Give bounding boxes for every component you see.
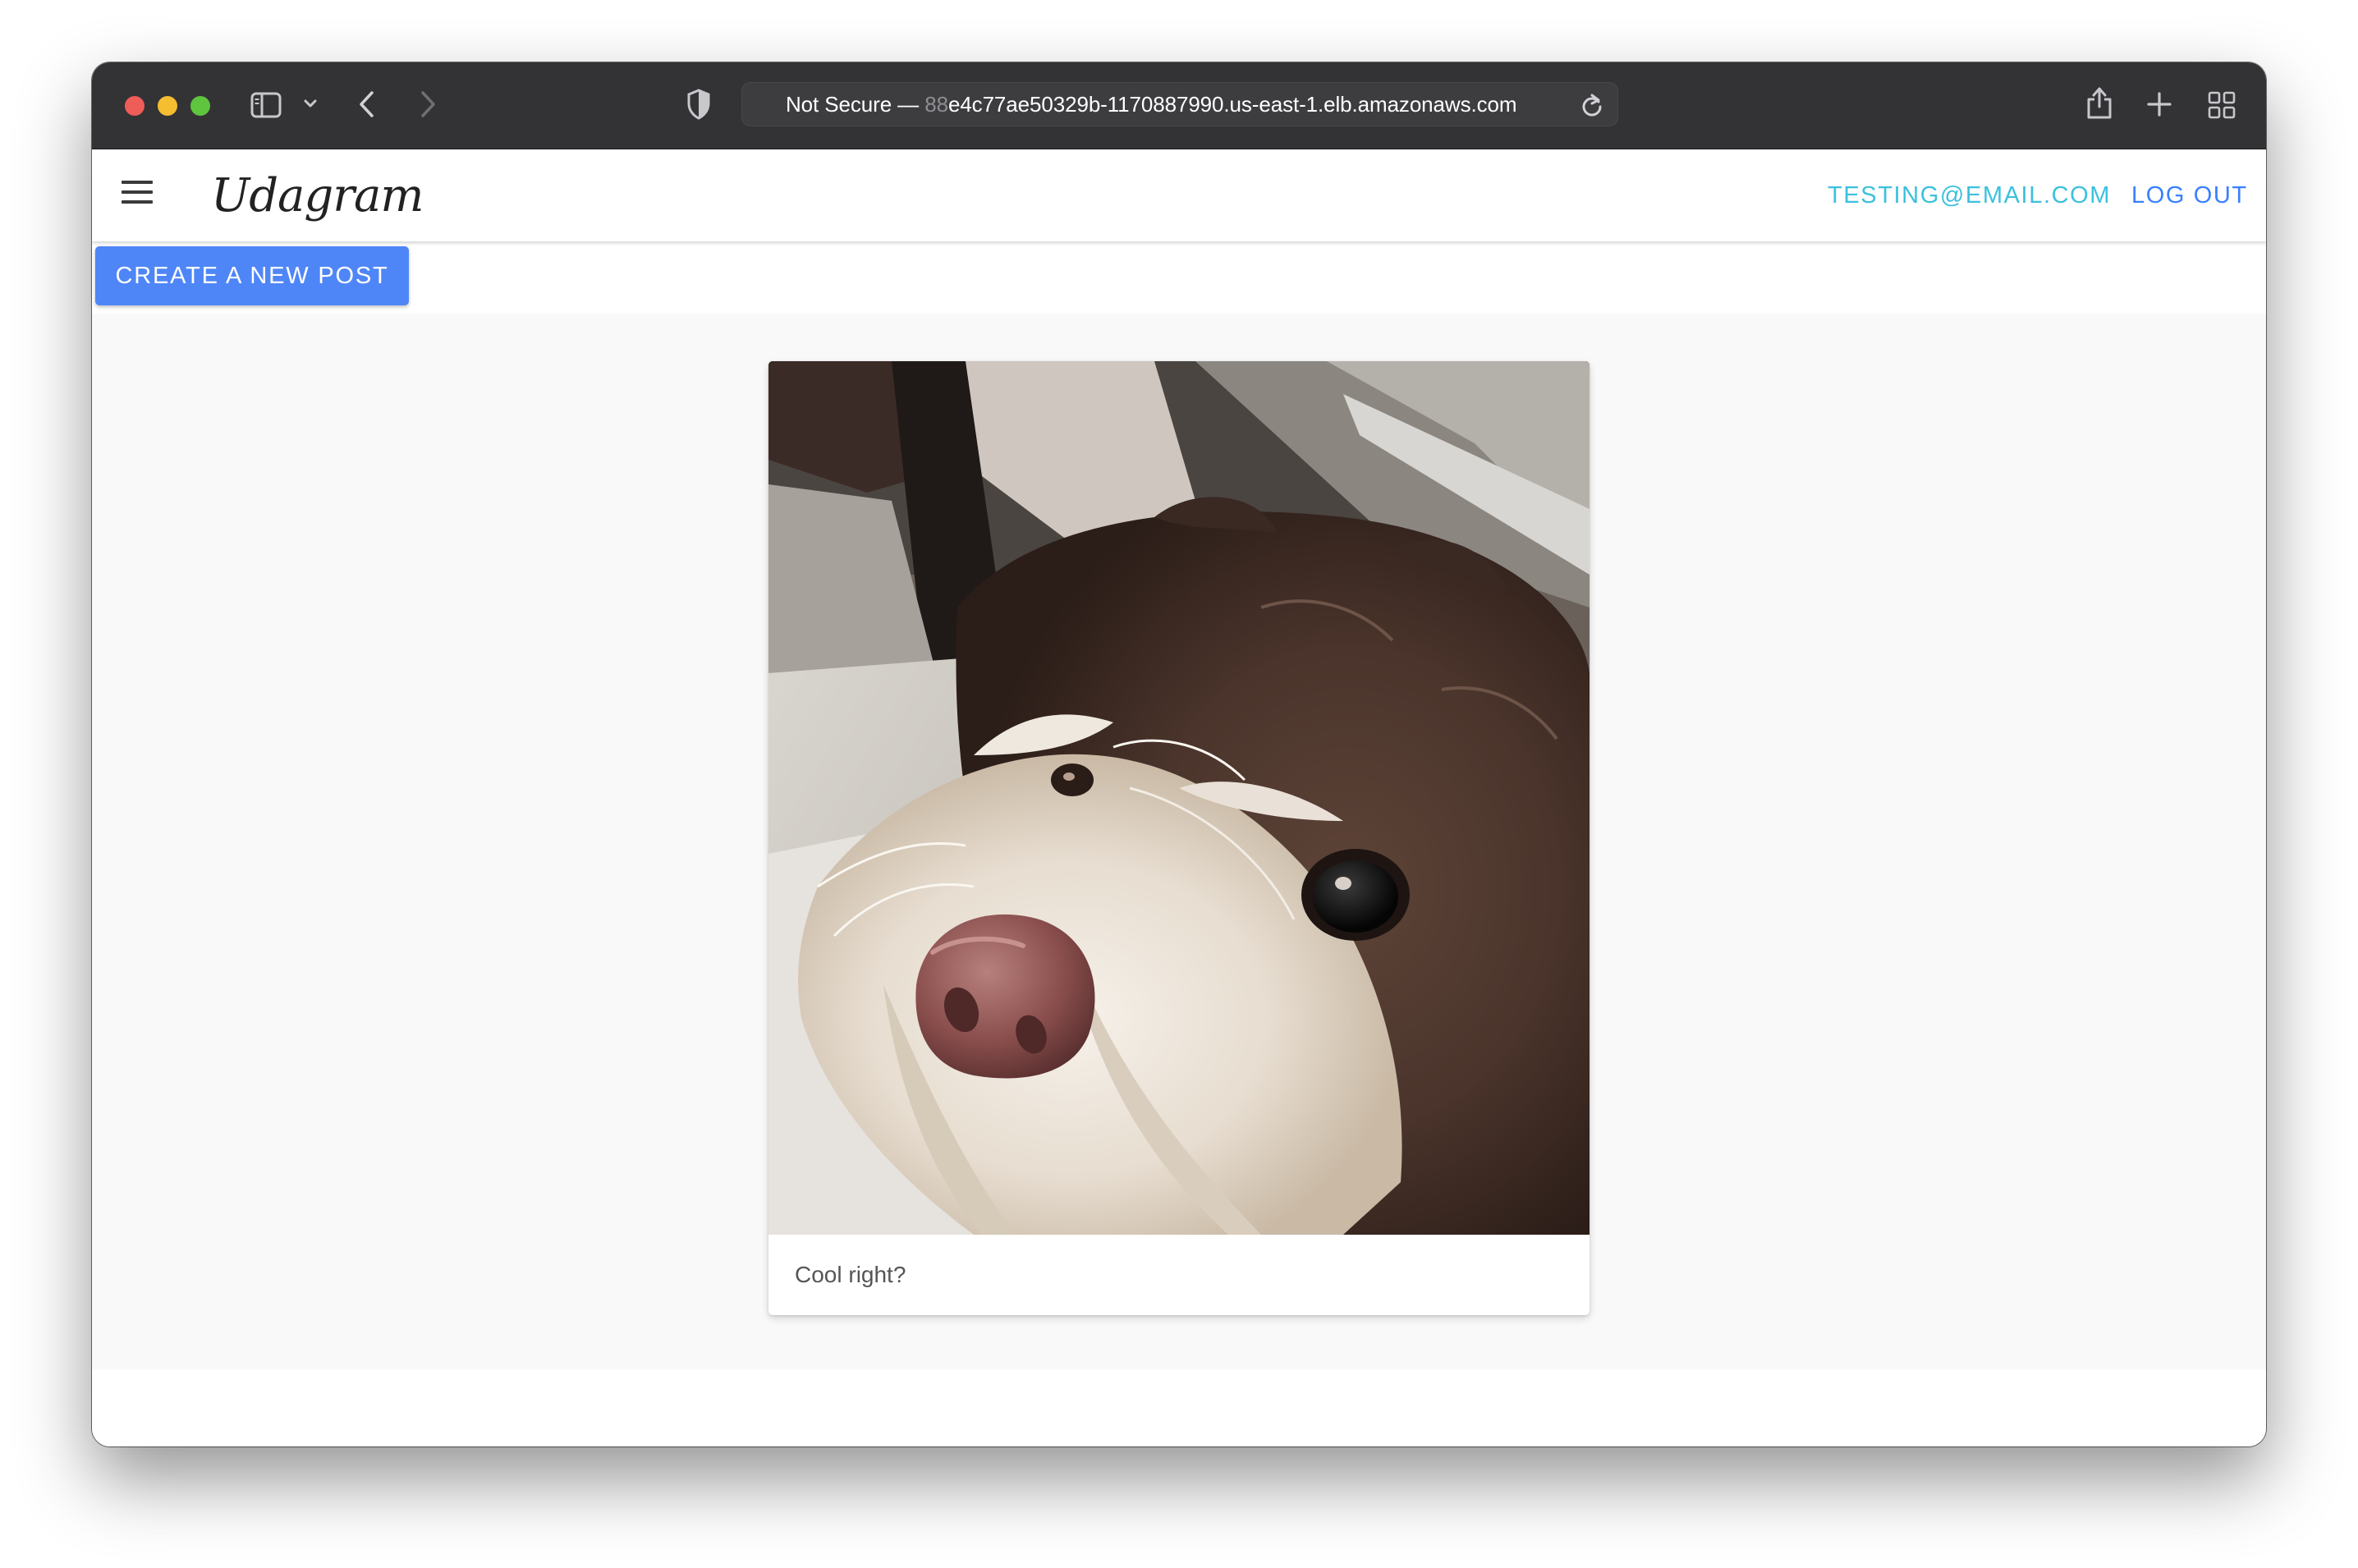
url-text: Not Secure — 88e4c77ae50329b-1170887990.… [786, 82, 1517, 126]
page-footer-space [92, 1369, 2266, 1447]
url-faded-part: 88 [924, 92, 948, 117]
app-logo[interactable]: Udagram [211, 167, 424, 225]
close-window-button[interactable] [125, 96, 145, 116]
post-image [768, 361, 1590, 1235]
create-post-button[interactable]: Create a New Post [95, 246, 409, 305]
tab-overview-icon[interactable] [2208, 91, 2236, 119]
address-bar[interactable]: Not Secure — 88e4c77ae50329b-1170887990.… [741, 82, 1618, 126]
new-tab-icon[interactable] [2146, 91, 2172, 117]
share-icon[interactable] [2085, 85, 2113, 120]
reload-icon[interactable] [1580, 93, 1603, 117]
user-email-link[interactable]: testing@email.com [1828, 181, 2111, 210]
browser-window: Not Secure — 88e4c77ae50329b-1170887990.… [92, 62, 2266, 1447]
create-post-row: Create a New Post [92, 241, 2266, 314]
minimize-window-button[interactable] [158, 96, 177, 116]
feed: Cool right? [92, 314, 2266, 1369]
forward-icon[interactable] [419, 90, 437, 118]
app-header: Udagram testing@email.com Log Out [92, 149, 2266, 241]
post-caption: Cool right? [795, 1262, 906, 1287]
shield-icon[interactable] [686, 89, 711, 120]
browser-toolbar: Not Secure — 88e4c77ae50329b-1170887990.… [92, 62, 2266, 149]
post-card: Cool right? [768, 361, 1590, 1315]
url-security-label: Not Secure — [786, 92, 920, 117]
zoom-window-button[interactable] [190, 96, 210, 116]
menu-icon[interactable] [122, 181, 154, 207]
sidebar-icon[interactable] [250, 92, 282, 118]
back-icon[interactable] [358, 90, 376, 118]
url-host: e4c77ae50329b-1170887990.us-east-1.elb.a… [947, 92, 1517, 117]
logout-button[interactable]: Log Out [2131, 181, 2248, 210]
chevron-down-icon[interactable] [304, 99, 317, 108]
